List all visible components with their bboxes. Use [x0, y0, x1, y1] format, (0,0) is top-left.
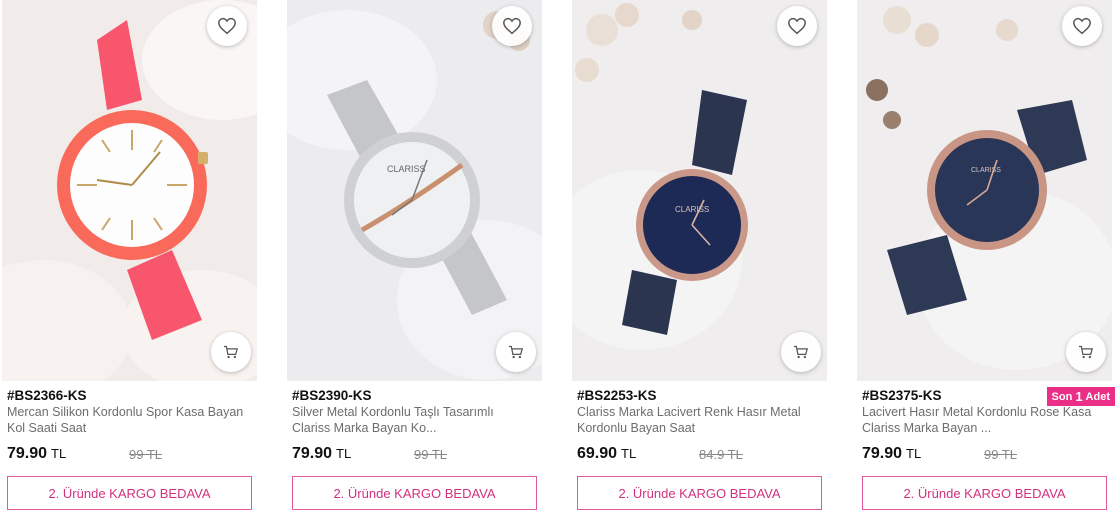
add-to-cart-button[interactable]: [211, 332, 251, 372]
product-name[interactable]: Clariss Marka Lacivert Renk Hasır Metal …: [577, 405, 817, 436]
product-image[interactable]: CLARISS: [857, 0, 1112, 381]
favorite-button[interactable]: [777, 6, 817, 46]
price-currency: TL: [51, 446, 67, 461]
product-price: 79.90 TL: [292, 445, 351, 463]
old-price: 99 TL: [414, 447, 448, 462]
add-to-cart-button[interactable]: [781, 332, 821, 372]
favorite-button[interactable]: [1062, 6, 1102, 46]
price-value: 69.90: [577, 445, 618, 462]
stock-badge-suffix: Adet: [1085, 390, 1110, 403]
price-currency: TL: [621, 446, 637, 461]
price-value: 79.90: [292, 445, 333, 462]
heart-icon: [218, 17, 236, 35]
heart-icon: [788, 17, 806, 35]
price-value: 79.90: [862, 445, 903, 462]
watch-brand-text: CLARISS: [387, 164, 426, 174]
favorite-button[interactable]: [207, 6, 247, 46]
price-currency: TL: [336, 446, 352, 461]
product-code: #BS2375-KS: [862, 388, 942, 403]
product-code: #BS2366-KS: [7, 388, 87, 403]
cart-icon: [509, 345, 524, 359]
cart-icon: [224, 345, 239, 359]
heart-icon: [1073, 17, 1091, 35]
old-price: 84.9 TL: [699, 447, 743, 462]
product-card[interactable]: CLARISS #BS2390-KS Silver Metal Kordonlu…: [287, 0, 542, 527]
product-image[interactable]: [2, 0, 257, 381]
product-price: 79.90 TL: [862, 445, 921, 463]
product-card[interactable]: CLARISS #BS2375-KS Son 1 Adet Lacivert H…: [857, 0, 1115, 527]
free-shipping-button[interactable]: 2. Üründe KARGO BEDAVA: [7, 476, 252, 510]
product-image[interactable]: CLARISS: [572, 0, 827, 381]
product-name[interactable]: Mercan Silikon Kordonlu Spor Kasa Bayan …: [7, 405, 247, 436]
watch-brand-text: CLARISS: [675, 205, 709, 214]
product-image[interactable]: CLARISS: [287, 0, 542, 381]
price-value: 79.90: [7, 445, 48, 462]
product-price: 79.90 TL: [7, 445, 66, 463]
cart-icon: [794, 345, 809, 359]
add-to-cart-button[interactable]: [496, 332, 536, 372]
product-price: 69.90 TL: [577, 445, 636, 463]
product-name[interactable]: Lacivert Hasır Metal Kordonlu Rose Kasa …: [862, 405, 1102, 436]
free-shipping-button[interactable]: 2. Üründe KARGO BEDAVA: [292, 476, 537, 510]
add-to-cart-button[interactable]: [1066, 332, 1106, 372]
stock-badge: Son 1 Adet: [1046, 387, 1115, 406]
product-name[interactable]: Silver Metal Kordonlu Taşlı Tasarımlı Cl…: [292, 405, 532, 436]
free-shipping-button[interactable]: 2. Üründe KARGO BEDAVA: [862, 476, 1107, 510]
product-card[interactable]: #BS2366-KS Mercan Silikon Kordonlu Spor …: [2, 0, 257, 527]
stock-badge-prefix: Son: [1051, 390, 1073, 403]
favorite-button[interactable]: [492, 6, 532, 46]
watch-brand-text: CLARISS: [971, 167, 1001, 174]
cart-icon: [1079, 345, 1094, 359]
product-code: #BS2253-KS: [577, 388, 657, 403]
old-price: 99 TL: [129, 447, 163, 462]
old-price: 99 TL: [984, 447, 1018, 462]
product-card[interactable]: CLARISS #BS2253-KS Clariss Marka Laciver…: [572, 0, 827, 527]
stock-badge-count: 1: [1075, 389, 1083, 404]
heart-icon: [503, 17, 521, 35]
product-code: #BS2390-KS: [292, 388, 372, 403]
price-currency: TL: [906, 446, 922, 461]
free-shipping-button[interactable]: 2. Üründe KARGO BEDAVA: [577, 476, 822, 510]
